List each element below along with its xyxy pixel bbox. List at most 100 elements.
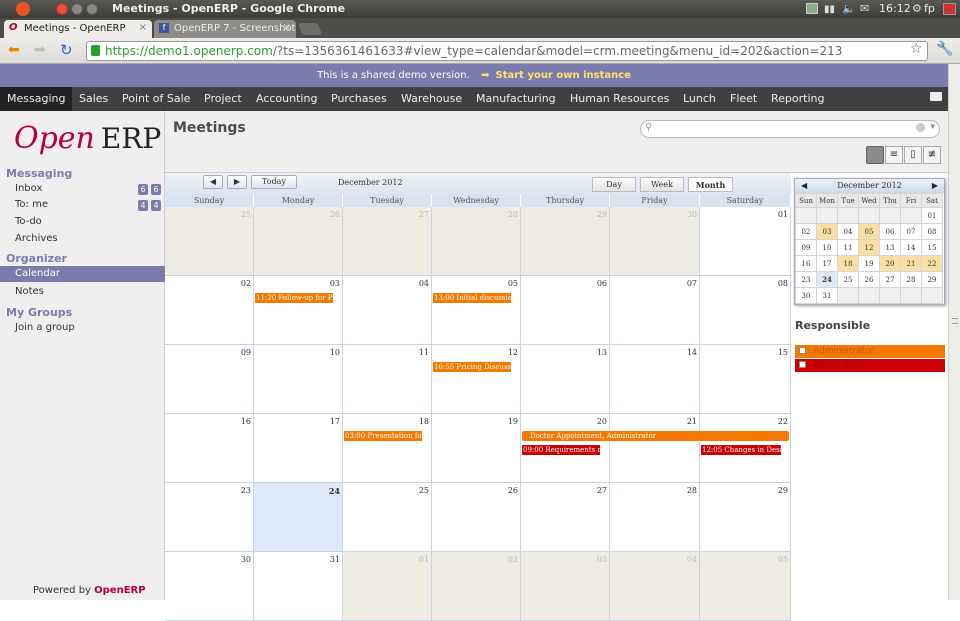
calendar-day-cell[interactable]: 02 <box>432 552 521 621</box>
calendar-day-cell[interactable]: 25 <box>343 483 432 552</box>
responsible-item[interactable]: Administrator <box>795 345 945 358</box>
mini-day[interactable]: 15 <box>921 239 943 256</box>
calendar-day-cell[interactable]: 15 <box>700 345 791 414</box>
tab-meetings[interactable]: O Meetings - OpenERP × <box>4 20 152 38</box>
calendar-day-cell[interactable]: 06 <box>521 276 610 345</box>
ubuntu-logo-icon[interactable] <box>16 2 30 16</box>
mini-day[interactable]: 09 <box>795 239 817 256</box>
calendar-day-cell[interactable]: 17 <box>254 414 343 483</box>
calendar-day-cell[interactable]: 14 <box>610 345 700 414</box>
mini-day[interactable]: 31 <box>816 287 838 304</box>
calendar-day-cell[interactable]: 27 <box>521 483 610 552</box>
user-name[interactable]: fp <box>924 2 935 15</box>
calendar-day-cell[interactable]: 21 <box>610 414 700 483</box>
sidebar-item-calendar[interactable]: Calendar <box>0 266 165 282</box>
calendar-day-cell[interactable]: 04 <box>343 276 432 345</box>
sidebar-item-todo[interactable]: To-do <box>0 214 165 230</box>
calendar-day-cell[interactable]: 30 <box>165 552 254 621</box>
mini-day[interactable]: 11 <box>837 239 859 256</box>
calendar-view-icon[interactable] <box>866 146 884 164</box>
calendar-day-cell[interactable]: 04 <box>610 552 700 621</box>
calendar-day-cell[interactable]: 24 <box>254 483 343 552</box>
mini-day[interactable]: 10 <box>816 239 838 256</box>
mini-day[interactable]: 04 <box>837 223 859 240</box>
mini-day[interactable]: 13 <box>879 239 901 256</box>
menu-reporting[interactable]: Reporting <box>764 87 831 111</box>
calendar-day-cell[interactable]: 16 <box>165 414 254 483</box>
calendar-day-cell[interactable]: 26 <box>432 483 521 552</box>
calendar-day-cell[interactable]: 08 <box>700 276 791 345</box>
calendar-day-cell[interactable]: 26 <box>254 207 343 276</box>
start-instance-link[interactable]: Start your own instance <box>496 70 631 81</box>
calendar-day-cell[interactable]: 19 <box>432 414 521 483</box>
mini-day[interactable]: 06 <box>879 223 901 240</box>
calendar-day-cell[interactable]: 09 <box>165 345 254 414</box>
calendar-event[interactable]: 11:20 Follow-up for Pro <box>255 293 333 303</box>
reload-icon[interactable]: ↻ <box>60 41 73 59</box>
week-view-button[interactable]: Week <box>640 177 684 192</box>
mini-day[interactable]: 25 <box>837 271 859 288</box>
calendar-day-cell[interactable]: 05 <box>700 552 791 621</box>
mini-day[interactable]: 19 <box>858 255 880 272</box>
calendar-day-cell[interactable]: 28 <box>610 483 700 552</box>
power-icon[interactable] <box>943 3 956 15</box>
calendar-day-cell[interactable]: 29 <box>700 483 791 552</box>
mini-day[interactable]: 22 <box>921 255 943 272</box>
clear-search-icon[interactable] <box>916 123 925 132</box>
calendar-day-cell[interactable]: 01 <box>700 207 791 276</box>
mini-day[interactable]: 20 <box>879 255 901 272</box>
mini-day[interactable]: 23 <box>795 271 817 288</box>
new-tab-button[interactable] <box>297 23 323 35</box>
signal-icon[interactable]: ▮▮ <box>824 4 835 15</box>
month-view-button[interactable]: Month <box>688 177 733 192</box>
user-icon[interactable]: ⚙ <box>912 2 922 15</box>
day-view-button[interactable]: Day <box>592 177 636 192</box>
menu-project[interactable]: Project <box>197 87 249 111</box>
mini-day[interactable]: 14 <box>900 239 922 256</box>
mini-day[interactable]: 26 <box>858 271 880 288</box>
calendar-day-cell[interactable]: 10 <box>254 345 343 414</box>
mini-day[interactable]: 27 <box>879 271 901 288</box>
messages-icon[interactable] <box>930 92 942 101</box>
mini-day[interactable]: 12 <box>858 239 880 256</box>
sidebar-item-to-me[interactable]: To: me 4 4 <box>0 197 165 213</box>
calendar-event[interactable]: 09:00 Requirements revi <box>522 445 600 455</box>
calendar-day-cell[interactable]: 28 <box>432 207 521 276</box>
responsible-checkbox[interactable] <box>799 347 806 354</box>
search-input[interactable]: ⚲ ▾ <box>640 120 940 138</box>
menu-fleet[interactable]: Fleet <box>723 87 764 111</box>
prev-month-button[interactable]: ◀ <box>203 175 223 189</box>
form-view-icon[interactable]: ▯ <box>904 146 922 164</box>
calendar-day-cell[interactable]: 27 <box>343 207 432 276</box>
calendar-day-cell[interactable]: 07 <box>610 276 700 345</box>
bookmark-star-icon[interactable]: ☆ <box>910 41 923 57</box>
mini-day[interactable]: 21 <box>900 255 922 272</box>
calendar-day-cell[interactable]: 23 <box>165 483 254 552</box>
mini-day[interactable]: 07 <box>900 223 922 240</box>
scrollbar-grip[interactable] <box>952 318 958 324</box>
clock[interactable]: 16:12 <box>879 2 911 15</box>
tab-screenshots[interactable]: f OpenERP 7 - Screenshots × <box>154 20 296 38</box>
powered-brand-link[interactable]: OpenERP <box>94 585 145 596</box>
mini-next-icon[interactable]: ▶ <box>932 179 938 193</box>
calendar-day-cell[interactable]: 25 <box>165 207 254 276</box>
calendar-event[interactable]: 13:00 Initial discussion, <box>433 293 511 303</box>
mini-prev-icon[interactable]: ◀ <box>801 179 807 193</box>
calendar-event[interactable]: 12:05 Changes in Design <box>701 445 781 455</box>
tab-close-icon[interactable]: × <box>139 22 147 33</box>
sidebar-item-notes[interactable]: Notes <box>0 284 165 300</box>
menu-warehouse[interactable]: Warehouse <box>394 87 469 111</box>
window-minimize-icon[interactable] <box>71 3 83 15</box>
page-scrollbar[interactable] <box>948 64 960 600</box>
menu-point-of-sale[interactable]: Point of Sale <box>115 87 197 111</box>
calendar-day-cell[interactable]: 13 <box>521 345 610 414</box>
volume-icon[interactable]: 🔈 <box>842 2 856 15</box>
calendar-day-cell[interactable]: 12 <box>432 345 521 414</box>
list-view-icon[interactable]: ≡ <box>885 146 903 164</box>
calendar-day-cell[interactable]: 01 <box>343 552 432 621</box>
mail-icon[interactable]: ✉ <box>860 2 869 15</box>
responsible-checkbox[interactable] <box>799 361 806 368</box>
calendar-event[interactable]: 16:55 Pricing Discussio <box>433 362 511 372</box>
menu-purchases[interactable]: Purchases <box>324 87 394 111</box>
calendar-day-cell[interactable]: 02 <box>165 276 254 345</box>
